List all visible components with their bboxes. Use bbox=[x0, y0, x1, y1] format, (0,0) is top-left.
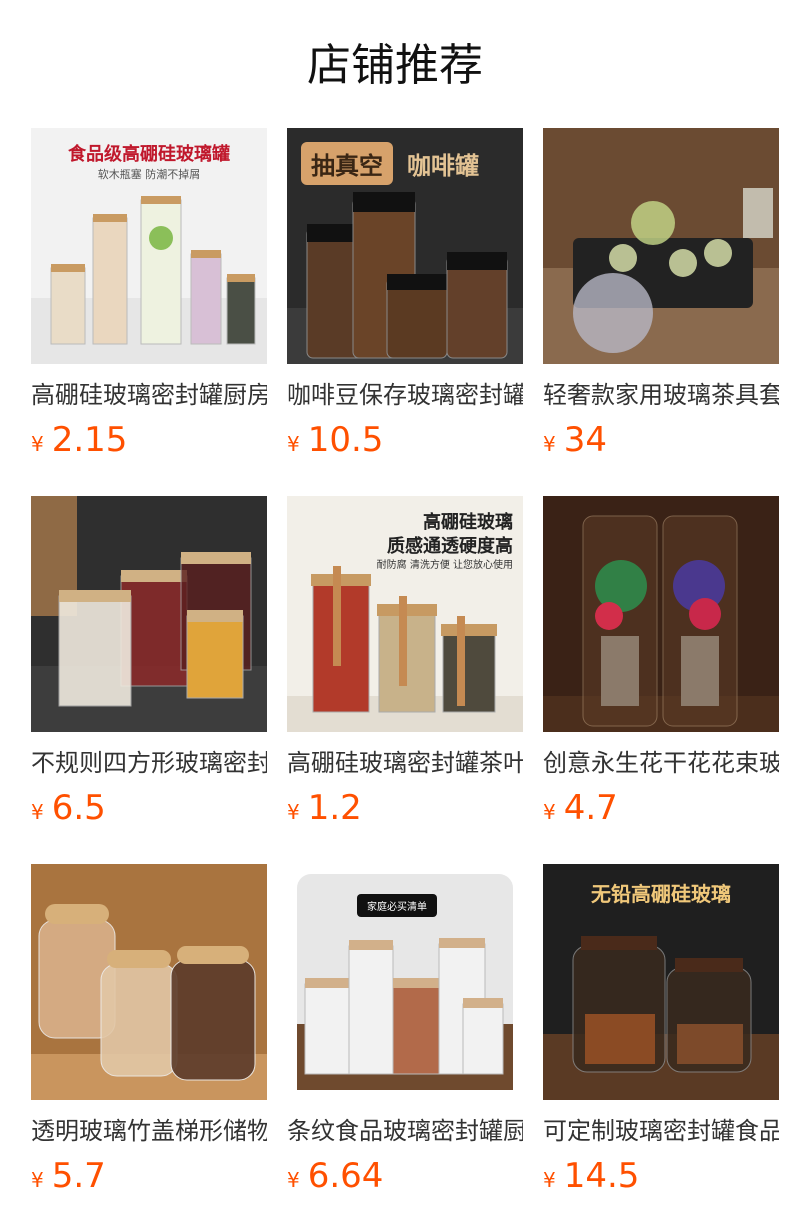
product-card[interactable]: 高硼硅玻璃 质感通透硬度高 耐防腐 清洗方便 让您放心使用 高硼硅玻璃密封罐茶叶… bbox=[287, 496, 523, 828]
page-title: 店铺推荐 bbox=[307, 40, 483, 91]
currency-symbol: ¥ bbox=[543, 1168, 556, 1192]
product-image[interactable]: 高硼硅玻璃 质感通透硬度高 耐防腐 清洗方便 让您放心使用 bbox=[287, 496, 523, 732]
product-name[interactable]: 可定制玻璃密封罐食品级 bbox=[543, 1114, 779, 1148]
product-name[interactable]: 高硼硅玻璃密封罐茶叶 bbox=[287, 746, 523, 780]
product-price: ¥6.5 bbox=[31, 788, 267, 828]
currency-symbol: ¥ bbox=[287, 800, 300, 824]
product-card[interactable]: 家庭必买清单 条纹食品玻璃密封罐厨房 ¥6.64 bbox=[287, 864, 523, 1196]
image-subline: 质感通透硬度高 bbox=[387, 536, 513, 557]
product-card[interactable]: 轻奢款家用玻璃茶具套装 ¥34 bbox=[543, 128, 779, 460]
product-image[interactable] bbox=[31, 496, 267, 732]
image-headline: 高硼硅玻璃 bbox=[423, 512, 513, 533]
product-price: ¥34 bbox=[543, 420, 779, 460]
product-price: ¥4.7 bbox=[543, 788, 779, 828]
price-value: 2.15 bbox=[51, 420, 128, 460]
price-value: 14.5 bbox=[563, 1156, 640, 1196]
image-headline: 食品级高硼硅玻璃罐 bbox=[68, 144, 230, 165]
product-name[interactable]: 条纹食品玻璃密封罐厨房 bbox=[287, 1114, 523, 1148]
product-image[interactable]: 抽真空 咖啡罐 bbox=[287, 128, 523, 364]
product-price: ¥6.64 bbox=[287, 1156, 523, 1196]
product-name[interactable]: 轻奢款家用玻璃茶具套装 bbox=[543, 378, 779, 412]
currency-symbol: ¥ bbox=[287, 1168, 300, 1192]
image-headline: 抽真空 bbox=[301, 142, 393, 185]
product-image[interactable] bbox=[543, 496, 779, 732]
price-value: 4.7 bbox=[563, 788, 618, 828]
product-price: ¥5.7 bbox=[31, 1156, 267, 1196]
product-name[interactable]: 不规则四方形玻璃密封罐 bbox=[31, 746, 267, 780]
product-name[interactable]: 高硼硅玻璃密封罐厨房 bbox=[31, 378, 267, 412]
image-badge: 家庭必买清单 bbox=[357, 894, 437, 917]
currency-symbol: ¥ bbox=[543, 432, 556, 456]
product-card[interactable]: 抽真空 咖啡罐 咖啡豆保存玻璃密封罐 ¥10.5 bbox=[287, 128, 523, 460]
product-card[interactable]: 无铅高硼硅玻璃 可定制玻璃密封罐食品级 ¥14.5 bbox=[543, 864, 779, 1196]
price-value: 5.7 bbox=[51, 1156, 106, 1196]
product-card[interactable]: 不规则四方形玻璃密封罐 ¥6.5 bbox=[31, 496, 267, 828]
product-card[interactable]: 创意永生花干花花束玻璃 ¥4.7 bbox=[543, 496, 779, 828]
product-image[interactable]: 无铅高硼硅玻璃 bbox=[543, 864, 779, 1100]
currency-symbol: ¥ bbox=[31, 800, 44, 824]
currency-symbol: ¥ bbox=[31, 1168, 44, 1192]
image-headline: 无铅高硼硅玻璃 bbox=[591, 882, 731, 906]
image-subline: 软木瓶塞 防潮不掉屑 bbox=[97, 168, 201, 181]
image-subline: 咖啡罐 bbox=[407, 152, 479, 180]
product-card[interactable]: 透明玻璃竹盖梯形储物罐 ¥5.7 bbox=[31, 864, 267, 1196]
currency-symbol: ¥ bbox=[287, 432, 300, 456]
product-price: ¥10.5 bbox=[287, 420, 523, 460]
product-image[interactable] bbox=[31, 864, 267, 1100]
price-value: 34 bbox=[563, 420, 607, 460]
product-price: ¥1.2 bbox=[287, 788, 523, 828]
product-price: ¥14.5 bbox=[543, 1156, 779, 1196]
product-name[interactable]: 创意永生花干花花束玻璃 bbox=[543, 746, 779, 780]
currency-symbol: ¥ bbox=[31, 432, 44, 456]
price-value: 10.5 bbox=[307, 420, 384, 460]
currency-symbol: ¥ bbox=[543, 800, 556, 824]
product-image[interactable]: 食品级高硼硅玻璃罐 软木瓶塞 防潮不掉屑 bbox=[31, 128, 267, 364]
product-name[interactable]: 咖啡豆保存玻璃密封罐 bbox=[287, 378, 523, 412]
product-image[interactable] bbox=[543, 128, 779, 364]
product-image[interactable]: 家庭必买清单 bbox=[287, 864, 523, 1100]
product-price: ¥2.15 bbox=[31, 420, 267, 460]
price-value: 6.64 bbox=[307, 1156, 384, 1196]
image-caption: 耐防腐 清洗方便 让您放心使用 bbox=[376, 560, 513, 571]
product-name[interactable]: 透明玻璃竹盖梯形储物罐 bbox=[31, 1114, 267, 1148]
price-value: 6.5 bbox=[51, 788, 106, 828]
price-value: 1.2 bbox=[307, 788, 362, 828]
product-card[interactable]: 食品级高硼硅玻璃罐 软木瓶塞 防潮不掉屑 高硼硅玻璃密封罐厨房 ¥2.15 bbox=[31, 128, 267, 460]
